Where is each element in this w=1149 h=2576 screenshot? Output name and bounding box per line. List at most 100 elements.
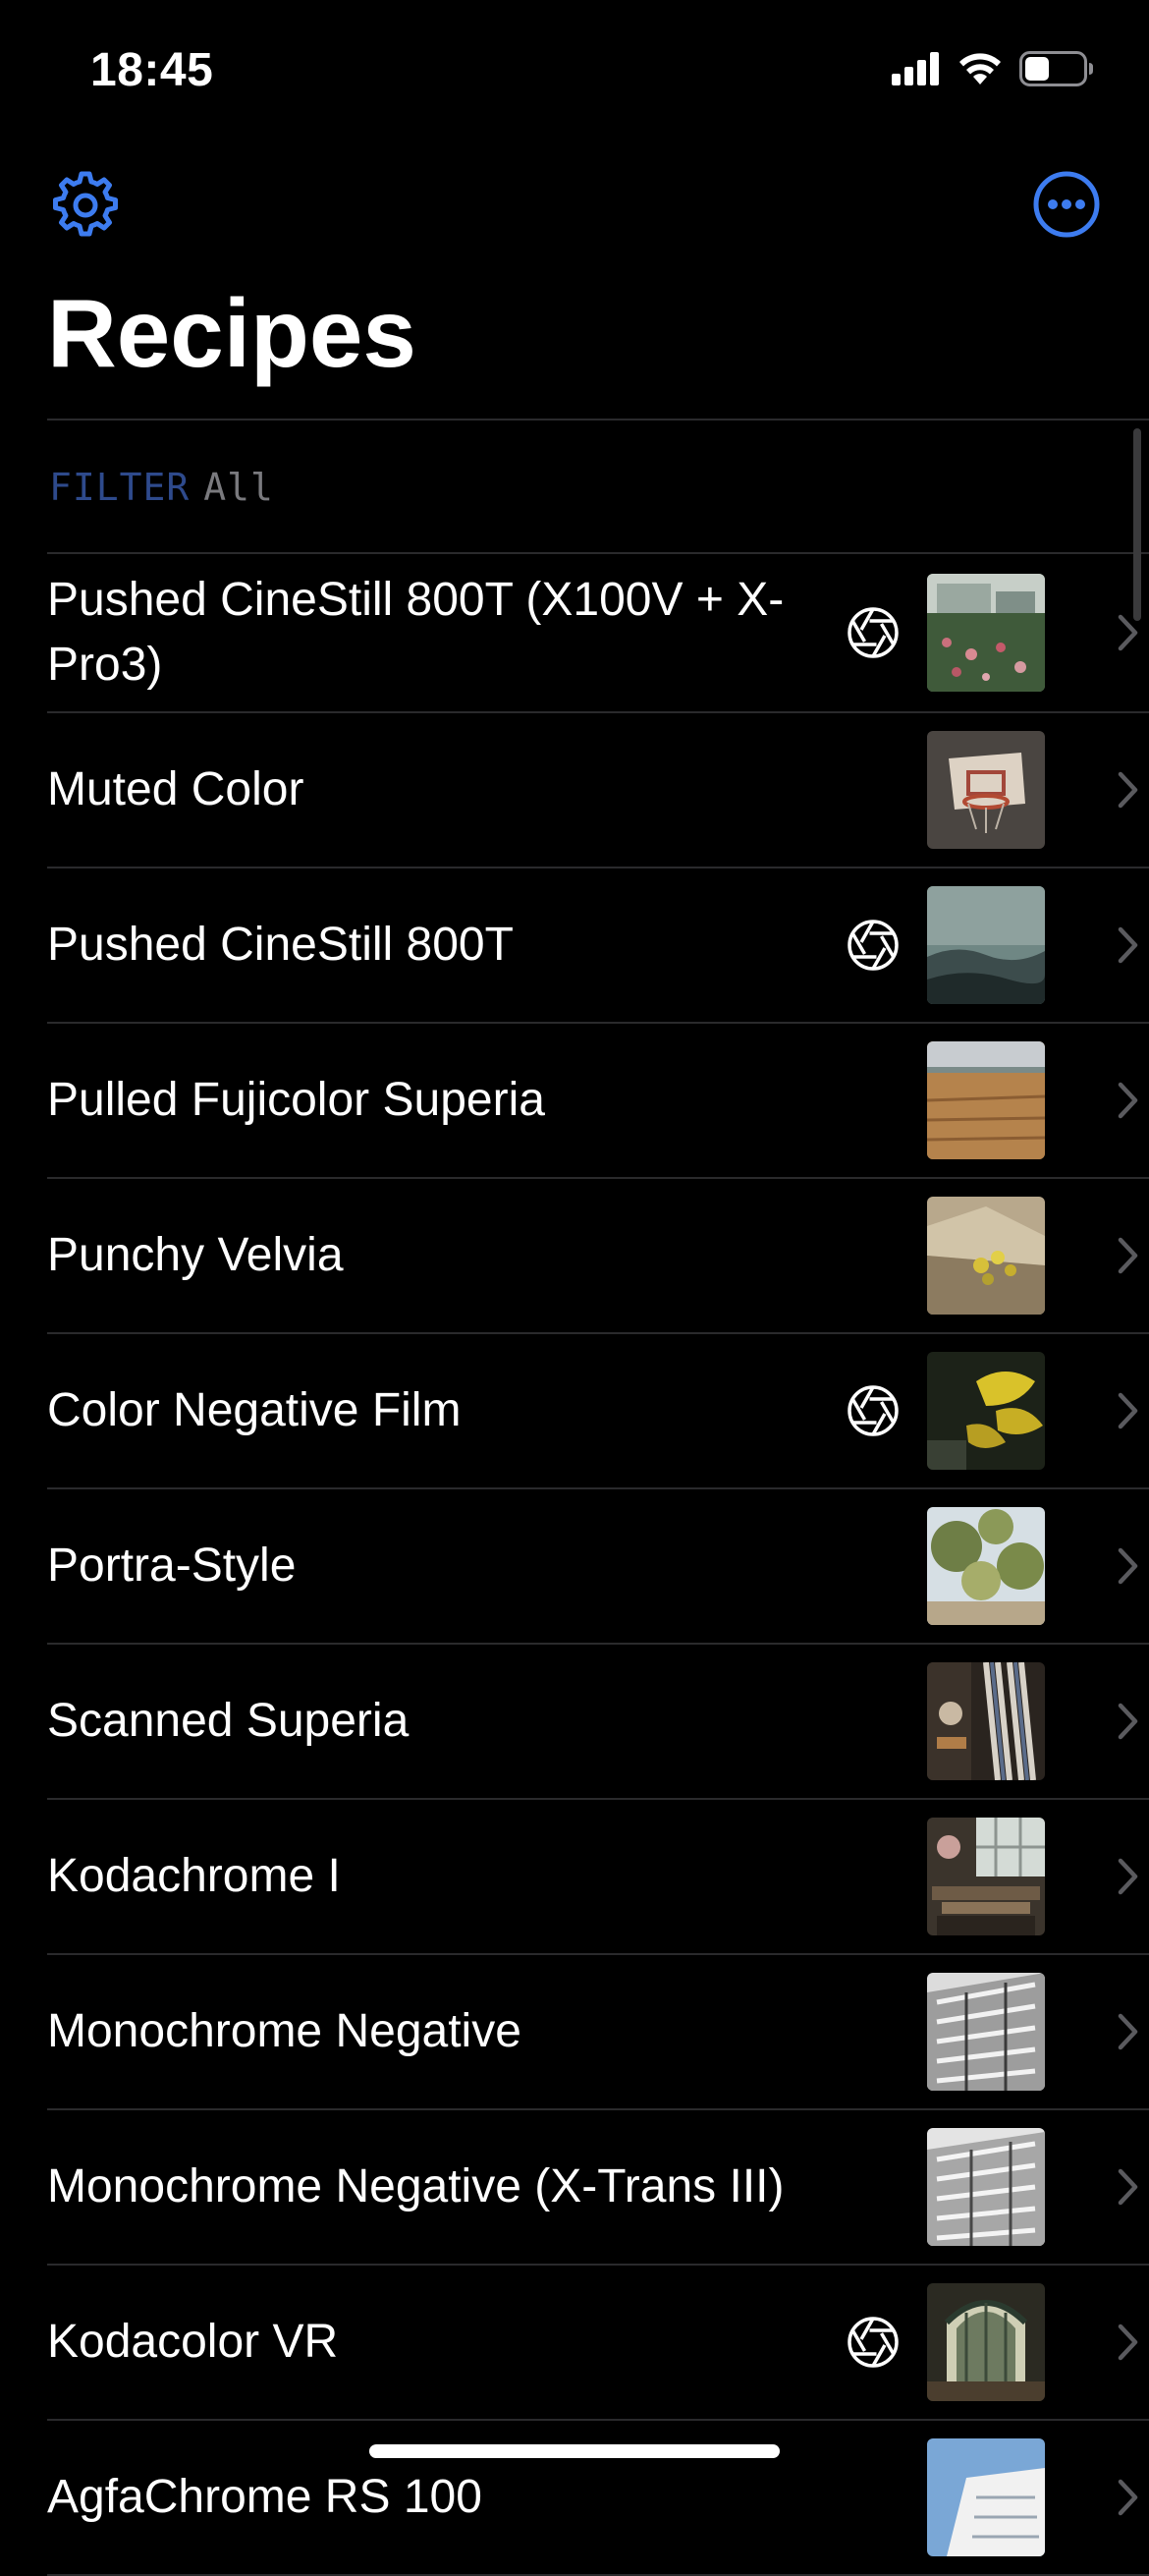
thumbnail-image [927,2438,1045,2556]
thumbnail-image [927,1507,1045,1625]
aperture-badge [847,1384,900,1437]
chevron-right-icon [1118,2013,1138,2050]
aperture-badge [847,919,900,972]
aperture-icon [848,607,899,658]
thumbnail-image [927,1352,1045,1470]
aperture-icon [848,920,899,971]
aperture-icon [848,1385,899,1436]
thumbnail-image [927,2283,1045,2401]
recipe-name: Monochrome Negative [47,2005,521,2057]
thumbnail-image [927,1973,1045,2091]
ellipsis-circle-icon [1033,171,1100,238]
recipe-thumbnail [927,1818,1045,1935]
thumbnail-image [927,1041,1045,1159]
chevron-right-icon [1118,2479,1138,2516]
aperture-badge [847,2316,900,2369]
filter-value: All [203,466,274,509]
recipe-row[interactable]: Punchy Velvia [47,1179,1149,1334]
disclosure-chevron [1118,1392,1139,1429]
recipe-row[interactable]: Muted Color [47,713,1149,868]
recipe-thumbnail [927,1507,1045,1625]
recipe-thumbnail [927,2128,1045,2246]
disclosure-chevron [1118,1547,1139,1585]
battery-icon [1019,51,1093,86]
recipe-name: Color Negative Film [47,1384,462,1436]
recipe-thumbnail [927,1973,1045,2091]
thumbnail-image [927,2128,1045,2246]
recipe-thumbnail [927,2283,1045,2401]
disclosure-chevron [1118,2479,1139,2516]
recipe-row[interactable]: Kodacolor VR [47,2266,1149,2421]
chevron-right-icon [1118,1082,1138,1119]
chevron-right-icon [1118,614,1138,651]
recipe-row[interactable]: Scanned Superia [47,1645,1149,1800]
more-options-button[interactable] [1031,169,1102,240]
chevron-right-icon [1118,1237,1138,1274]
chevron-right-icon [1118,2324,1138,2361]
thumbnail-image [927,1197,1045,1315]
cellular-signal-icon [892,52,939,85]
thumbnail-image [927,886,1045,1004]
recipe-thumbnail [927,1352,1045,1470]
recipe-row[interactable]: Monochrome Negative (X-Trans III) [47,2110,1149,2266]
recipe-row[interactable]: Pulled Fujicolor Superia [47,1024,1149,1179]
disclosure-chevron [1118,926,1139,964]
disclosure-chevron [1118,1703,1139,1740]
gear-icon [53,171,118,237]
aperture-badge [847,606,900,659]
chevron-right-icon [1118,771,1138,809]
filter-control[interactable]: FILTER All [49,466,274,509]
recipe-row[interactable]: Pushed CineStill 800T [47,868,1149,1024]
disclosure-chevron [1118,2168,1139,2206]
recipe-row[interactable]: Monochrome Negative [47,1955,1149,2110]
recipe-name: Kodachrome I [47,1850,341,1902]
header-divider [47,419,1149,420]
disclosure-chevron [1118,2324,1139,2361]
recipe-thumbnail [927,886,1045,1004]
thumbnail-image [927,731,1045,849]
disclosure-chevron [1118,1082,1139,1119]
recipe-name: Portra-Style [47,1540,297,1592]
recipe-name: Muted Color [47,763,304,815]
status-icons [892,51,1094,86]
disclosure-chevron [1118,1858,1139,1895]
disclosure-chevron [1118,614,1139,651]
recipe-thumbnail [927,1041,1045,1159]
disclosure-chevron [1118,771,1139,809]
recipe-thumbnail [927,1197,1045,1315]
recipe-row[interactable]: Color Negative Film [47,1334,1149,1489]
recipe-name: Monochrome Negative (X-Trans III) [47,2160,785,2212]
chevron-right-icon [1118,2168,1138,2206]
thumbnail-image [927,574,1045,692]
status-bar: 18:45 [0,0,1149,147]
chevron-right-icon [1118,1547,1138,1585]
home-indicator[interactable] [369,2444,780,2458]
recipe-row[interactable]: Pushed CineStill 800T (X100V + X-Pro3) [47,554,1149,713]
recipe-name: Pushed CineStill 800T (X100V + X-Pro3) [47,574,785,691]
aperture-icon [848,2317,899,2368]
chevron-right-icon [1118,1392,1138,1429]
disclosure-chevron [1118,1237,1139,1274]
recipe-name: Kodacolor VR [47,2316,339,2368]
recipe-list: Pushed CineStill 800T (X100V + X-Pro3) Mu… [0,554,1149,2576]
recipe-name: AgfaChrome RS 100 [47,2471,482,2523]
thumbnail-image [927,1662,1045,1780]
recipe-name: Pushed CineStill 800T [47,919,514,971]
chevron-right-icon [1118,926,1138,964]
settings-button[interactable] [49,169,122,242]
recipe-row[interactable]: Portra-Style [47,1489,1149,1645]
filter-label: FILTER [49,466,191,509]
page-title: Recipes [47,279,416,387]
recipe-thumbnail [927,2438,1045,2556]
recipe-thumbnail [927,731,1045,849]
recipe-row[interactable]: Kodachrome I [47,1800,1149,1955]
chevron-right-icon [1118,1858,1138,1895]
chevron-right-icon [1118,1703,1138,1740]
recipe-thumbnail [927,1662,1045,1780]
recipe-name: Punchy Velvia [47,1229,344,1281]
recipe-name: Pulled Fujicolor Superia [47,1074,545,1126]
status-time: 18:45 [90,44,214,96]
disclosure-chevron [1118,2013,1139,2050]
thumbnail-image [927,1818,1045,1935]
wifi-icon [959,53,1001,84]
